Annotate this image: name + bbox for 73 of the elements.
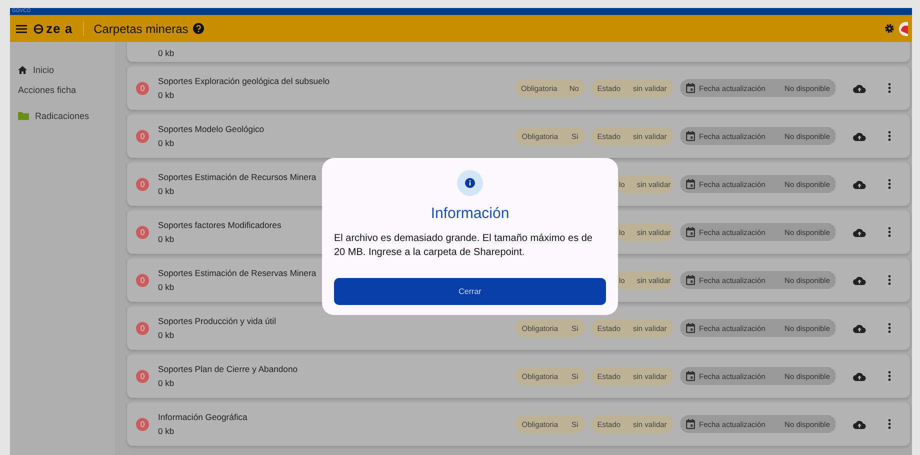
upload-button[interactable]	[852, 372, 866, 380]
upload-button[interactable]	[852, 276, 866, 284]
upload-button[interactable]	[852, 228, 866, 236]
cloud-upload-icon	[852, 420, 866, 428]
file-size: 0 kb	[158, 426, 174, 436]
count-badge: 0	[136, 178, 149, 190]
close-button[interactable]: Cerrar	[334, 278, 606, 305]
count-badge: 0	[136, 274, 149, 286]
more-icon	[888, 83, 890, 93]
sidebar-item[interactable]: Acciones ficha	[18, 85, 76, 95]
cloud-upload-icon	[852, 276, 866, 284]
count-badge: 0	[136, 322, 149, 334]
file-size: 0 kb	[158, 138, 174, 148]
file-title: Soportes Estimación de Recursos Minera	[158, 172, 316, 182]
more-icon	[888, 275, 890, 285]
count-badge: 0	[136, 370, 149, 382]
calendar-icon	[686, 227, 695, 237]
calendar-icon	[686, 131, 695, 141]
count-badge: 0	[136, 418, 149, 430]
cloud-upload-icon	[852, 228, 866, 236]
count-badge: 0	[136, 226, 149, 238]
more-icon	[888, 179, 890, 189]
cloud-upload-icon	[852, 84, 866, 92]
file-size: 0 kb	[158, 90, 174, 100]
file-size: 0 kb	[158, 330, 174, 340]
more-icon	[888, 227, 890, 237]
file-size: 0 kb	[158, 378, 174, 388]
calendar-icon	[686, 323, 695, 333]
file-size: 0 kb	[158, 186, 174, 196]
calendar-icon	[686, 179, 695, 189]
page-title: Carpetas mineras	[94, 22, 188, 36]
more-icon	[888, 323, 890, 333]
dialog-title: Información	[430, 205, 510, 222]
dialog-message: El archivo es demasiado grande. El tamaño máximo es de 20 MB. Ingrese a la carpeta de Sharepoint.	[334, 232, 594, 260]
sidebar-item[interactable]: Radicaciones	[35, 111, 90, 121]
file-title: Soportes Producción y vida útil	[158, 316, 276, 326]
avatar-icon[interactable]	[899, 22, 908, 36]
file-title: Soportes Plan de Cierre y Abandono	[158, 364, 298, 374]
calendar-icon	[686, 419, 695, 429]
logo-icon	[33, 24, 44, 34]
count-badge: 0	[136, 82, 149, 94]
cloud-upload-icon	[852, 180, 866, 188]
home-icon	[18, 66, 27, 74]
more-icon	[888, 371, 890, 381]
file-size: 0 kb	[158, 282, 174, 292]
info-icon	[457, 170, 483, 196]
more-icon	[888, 131, 890, 141]
more-icon	[888, 419, 890, 429]
file-title: Información Geográfica	[158, 412, 248, 422]
settings-icon[interactable]	[884, 23, 895, 34]
cloud-upload-icon	[852, 132, 866, 140]
file-title: Soportes factores Modificadores	[158, 220, 282, 230]
file-size: 0 kb	[158, 234, 174, 244]
cloud-upload-icon	[852, 324, 866, 332]
folder-icon	[18, 112, 29, 120]
upload-button[interactable]	[852, 420, 866, 428]
file-title: Soportes Modelo Geológico	[158, 124, 264, 134]
brand-logo-text: ze a	[46, 21, 84, 36]
upload-button[interactable]	[852, 84, 866, 92]
menu-icon[interactable]	[16, 24, 27, 32]
count-badge: 0	[136, 130, 149, 142]
file-title: Soportes Estimación de Reservas Minera	[158, 268, 316, 278]
sidebar-item[interactable]: Inicio	[33, 65, 54, 75]
help-icon[interactable]	[193, 23, 204, 34]
calendar-icon	[686, 83, 695, 93]
calendar-icon	[686, 275, 695, 285]
upload-button[interactable]	[852, 132, 866, 140]
file-title: Soportes Exploración geológica del subsuelo	[158, 76, 330, 86]
upload-button[interactable]	[852, 180, 866, 188]
calendar-icon	[686, 371, 695, 381]
file-size: 0 kb	[158, 48, 174, 58]
cloud-upload-icon	[852, 372, 866, 380]
upload-button[interactable]	[852, 324, 866, 332]
